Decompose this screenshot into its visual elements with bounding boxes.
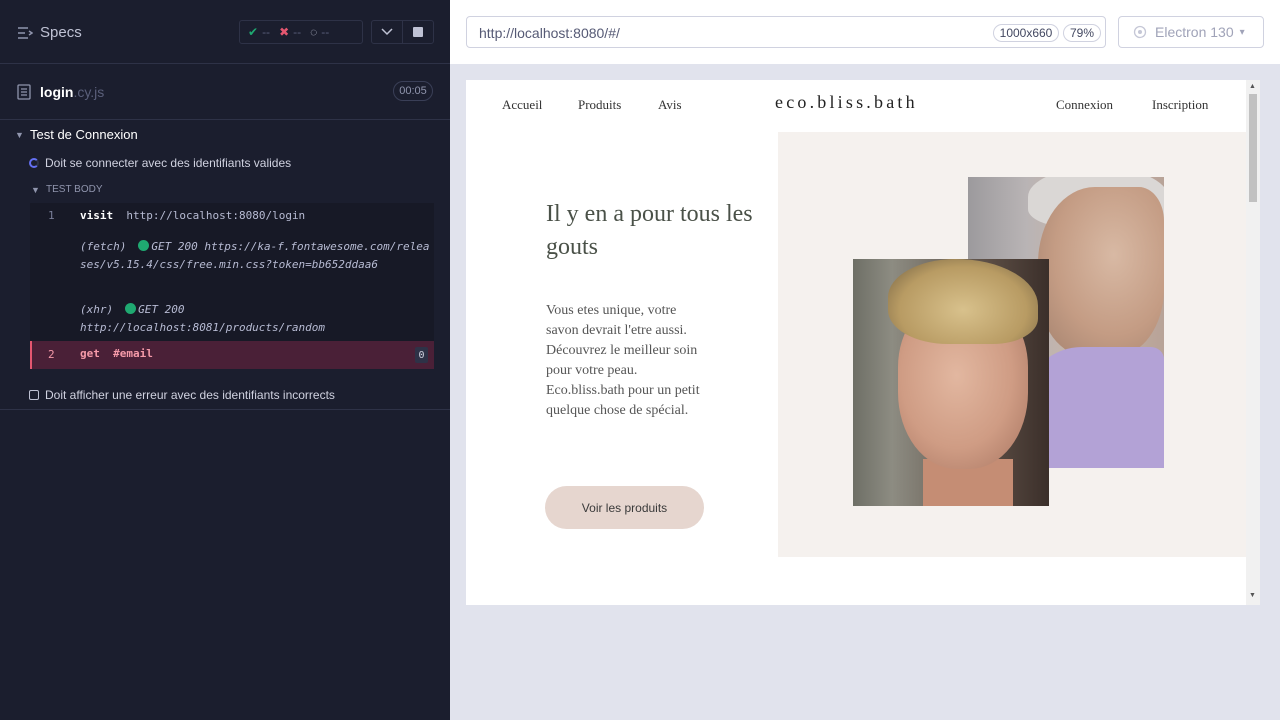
- browser-label: Electron 130: [1155, 24, 1234, 40]
- url-text: http://localhost:8080/#/: [479, 25, 620, 41]
- chevron-down-icon: ▼: [15, 129, 24, 140]
- nav-reviews[interactable]: Avis: [658, 97, 682, 113]
- stop-button[interactable]: [402, 20, 434, 44]
- chevron-down-icon: [381, 28, 393, 36]
- test-running[interactable]: Doit se connecter avec des identifiants …: [29, 156, 291, 170]
- hero-text: Vous etes unique, votre savon devrait l'…: [546, 303, 700, 418]
- scroll-up-icon[interactable]: ▲: [1249, 83, 1256, 90]
- command-arg: http://localhost:8080/login: [126, 209, 306, 222]
- failed-stat: ✖ --: [279, 25, 301, 39]
- url-bar[interactable]: http://localhost:8080/#/ 1000x660 79%: [466, 16, 1106, 48]
- spec-file-name[interactable]: login.cy.js: [40, 84, 104, 100]
- stop-icon: [413, 27, 423, 37]
- young-man-photo: [853, 259, 1049, 506]
- test-body-header[interactable]: ▼ TEST BODY: [31, 184, 103, 195]
- nav-products[interactable]: Produits: [578, 97, 621, 113]
- suite-title[interactable]: ▼ Test de Connexion: [15, 127, 138, 142]
- pending-checkbox-icon: [29, 390, 39, 400]
- pending-stat: ◌ --: [310, 25, 329, 39]
- scroll-thumb[interactable]: [1249, 94, 1257, 202]
- view-products-button[interactable]: Voir les produits: [545, 486, 704, 529]
- hero-title: Il y en a pour tous les gouts: [546, 201, 753, 260]
- fetch-text: GET 200 https://ka-f.fontawesome.com/rel…: [80, 240, 430, 271]
- file-extension: .cy.js: [73, 84, 105, 100]
- element-count-badge: 0: [415, 347, 428, 363]
- site-nav: Accueil Produits Avis eco.bliss.bath Con…: [466, 80, 1246, 130]
- check-icon: ✔: [248, 25, 259, 39]
- passed-count: --: [262, 25, 271, 39]
- fetch-label: (fetch): [80, 240, 127, 253]
- scroll-down-icon[interactable]: ▼: [1249, 592, 1256, 599]
- command-name: get: [80, 347, 100, 360]
- aut-header: http://localhost:8080/#/ 1000x660 79% El…: [450, 0, 1280, 64]
- site-logo[interactable]: eco.bliss.bath: [775, 92, 918, 113]
- chevron-down-icon: ▾: [1239, 26, 1245, 38]
- command-number: 2: [48, 348, 55, 361]
- command-xhr[interactable]: (xhr) GET 200 http://localhost:8081/produ…: [80, 301, 430, 337]
- command-name: visit: [80, 209, 114, 222]
- status-dot-icon: [138, 240, 150, 251]
- test-body-label: TEST BODY: [46, 184, 103, 195]
- command-arg: #email: [113, 347, 153, 360]
- app-preview: Accueil Produits Avis eco.bliss.bath Con…: [466, 80, 1260, 605]
- test-pending-label: Doit afficher une erreur avec des identi…: [45, 388, 335, 402]
- test-running-label: Doit se connecter avec des identifiants …: [45, 156, 292, 170]
- browser-select[interactable]: Electron 130 ▾: [1118, 16, 1264, 48]
- command-log: 1 visit http://localhost:8080/login (fet…: [30, 203, 434, 341]
- command-get-failing[interactable]: 2 get #email 0: [30, 341, 434, 369]
- suite-label: Test de Connexion: [30, 127, 138, 142]
- divider: [0, 409, 450, 410]
- nav-login[interactable]: Connexion: [1056, 97, 1113, 113]
- file-basename: login: [40, 84, 74, 100]
- test-pending[interactable]: Doit afficher une erreur avec des identi…: [29, 388, 335, 402]
- nav-signup[interactable]: Inscription: [1152, 97, 1208, 113]
- zoom-badge[interactable]: 79%: [1063, 24, 1101, 42]
- command-fetch[interactable]: (fetch) GET 200 https://ka-f.fontawesome.…: [80, 238, 430, 274]
- photo-face: [1038, 187, 1164, 357]
- command-number: 1: [48, 209, 55, 222]
- command-visit[interactable]: visit http://localhost:8080/login: [80, 209, 305, 222]
- duration-badge: 00:05: [393, 81, 433, 101]
- specs-list-icon[interactable]: [17, 25, 33, 41]
- spec-file-row: login.cy.js: [0, 64, 450, 120]
- specs-title[interactable]: Specs: [40, 24, 82, 41]
- frame-scrollbar[interactable]: ▲ ▼: [1246, 80, 1260, 605]
- collapse-button[interactable]: [371, 20, 403, 44]
- nav-home[interactable]: Accueil: [502, 97, 542, 113]
- command-text: get #email: [80, 347, 153, 360]
- chevron-down-icon: ▼: [31, 184, 40, 195]
- browser-icon: [1133, 25, 1147, 39]
- failed-count: --: [293, 25, 302, 39]
- xhr-text: GET 200 http://localhost:8081/products/r…: [80, 303, 326, 334]
- spinner-icon: ◌: [310, 25, 318, 39]
- x-icon: ✖: [279, 25, 290, 39]
- running-spinner-icon: [29, 158, 39, 168]
- viewport-badge[interactable]: 1000x660: [993, 24, 1059, 42]
- photo-hair: [888, 259, 1038, 344]
- xhr-label: (xhr): [80, 303, 114, 316]
- stats-box: ✔ -- ✖ -- ◌ --: [239, 20, 363, 44]
- specs-header: Specs ✔ -- ✖ -- ◌ --: [0, 0, 450, 64]
- status-dot-icon: [125, 303, 137, 314]
- document-icon: [17, 84, 31, 100]
- pending-count: --: [321, 25, 330, 39]
- passed-stat: ✔ --: [248, 25, 270, 39]
- runner-panel: Specs ✔ -- ✖ -- ◌ -- login.cy.js 00:05 ▼…: [0, 0, 450, 720]
